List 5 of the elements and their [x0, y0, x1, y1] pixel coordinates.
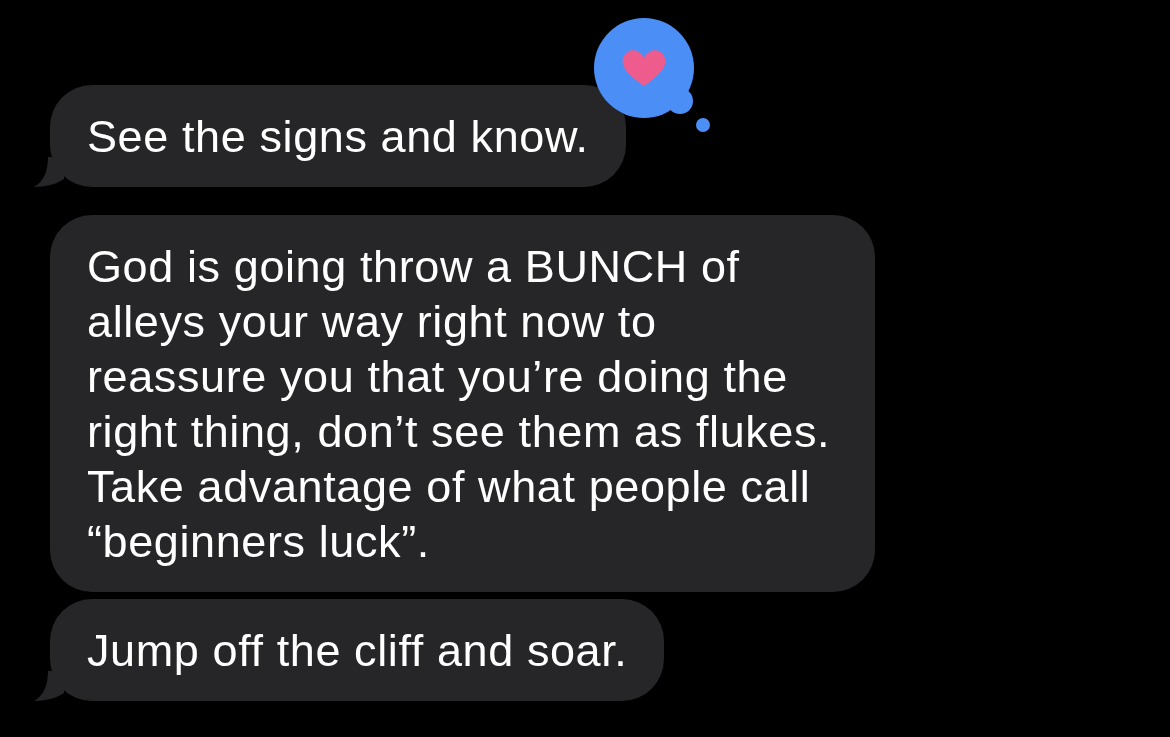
message-bubble: Jump off the cliff and soar.	[50, 599, 665, 701]
bubble-tail	[34, 157, 64, 187]
message-bubble: See the signs and know.	[50, 85, 626, 187]
message-bubble: God is going throw a BUNCH of alleys your way right now to reassure you that you’re doing the right thing, don’t see them as flukes. Take advantage of what people call “beginners luck”.	[50, 215, 875, 592]
bubble-tail	[34, 671, 64, 701]
